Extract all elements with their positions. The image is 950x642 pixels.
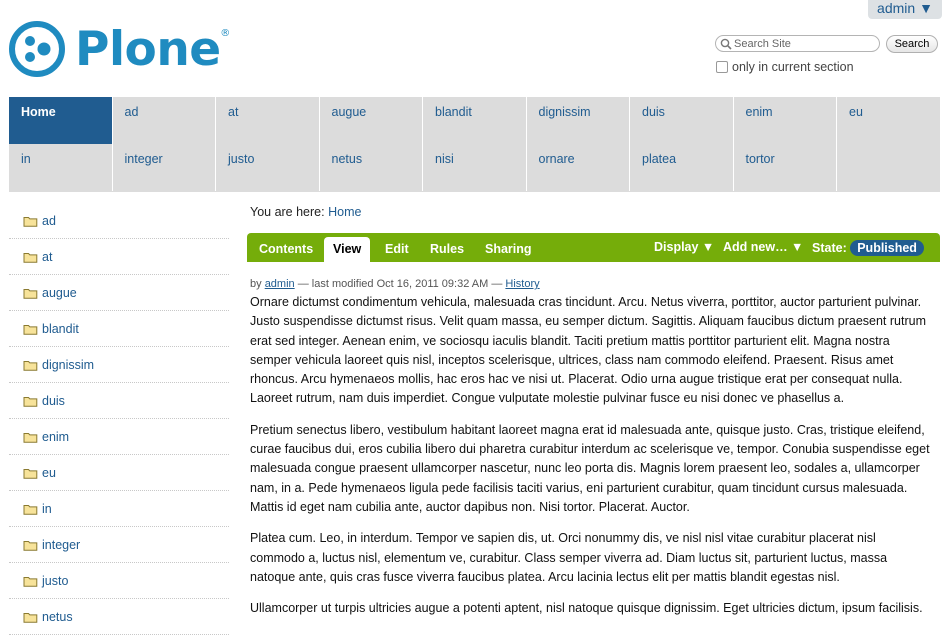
global-nav-home[interactable]: Home [9, 97, 113, 144]
byline-by: by [250, 278, 262, 290]
folder-icon [23, 288, 38, 299]
navigation-portlet: ad at augue blandit dignissim duis enim eu in int… [9, 203, 229, 635]
edit-bar: Contents View Edit Rules Sharing Display… [247, 233, 940, 262]
nav-folder-item[interactable]: augue [9, 275, 229, 311]
search-field[interactable] [715, 35, 880, 52]
logo-text: Plone ® [75, 21, 230, 77]
search-icon [720, 38, 732, 50]
global-nav-item[interactable]: nisi [423, 144, 527, 191]
nav-folder-item[interactable]: eu [9, 455, 229, 491]
search-button[interactable]: Search [886, 35, 938, 53]
breadcrumb-home-link[interactable]: Home [328, 205, 361, 219]
nav-folder-label: augue [42, 285, 77, 300]
body-paragraph: Ornare dictumst condimentum vehicula, ma… [250, 295, 926, 406]
global-nav-item[interactable]: eu [837, 97, 941, 144]
folder-icon [23, 396, 38, 407]
body-paragraph: Ullamcorper ut turpis ultricies augue a … [250, 601, 923, 616]
nav-folder-label: ad [42, 213, 56, 228]
global-nav-item[interactable]: enim [734, 97, 837, 144]
global-nav-item[interactable]: platea [630, 144, 734, 191]
nav-folder-label: in [42, 501, 52, 516]
nav-folder-item[interactable]: blandit [9, 311, 229, 347]
folder-icon [23, 468, 38, 479]
global-nav-item[interactable]: justo [216, 144, 320, 191]
global-nav-row-1: Home ad at augue blandit dignissim duis … [9, 97, 941, 144]
plone-logo-icon [9, 21, 65, 77]
folder-icon [23, 432, 38, 443]
global-nav-item[interactable]: tortor [734, 144, 837, 191]
folder-icon [23, 576, 38, 587]
folder-icon [23, 504, 38, 515]
nav-folder-item[interactable]: enim [9, 419, 229, 455]
global-nav-item[interactable]: ad [113, 97, 216, 144]
global-nav-item[interactable]: augue [320, 97, 423, 144]
checkbox-box[interactable] [716, 61, 728, 73]
nav-folder-label: eu [42, 465, 56, 480]
history-link[interactable]: History [505, 278, 539, 290]
nav-folder-item[interactable]: justo [9, 563, 229, 599]
global-nav-item[interactable]: integer [113, 144, 216, 191]
state-badge: Published [850, 240, 924, 256]
document-body: Ornare dictumst condimentum vehicula, ma… [250, 293, 930, 630]
nav-folder-item[interactable]: in [9, 491, 229, 527]
global-nav-item[interactable]: in [9, 144, 113, 191]
breadcrumb-prefix: You are here: [250, 205, 325, 219]
tab-view[interactable]: View [324, 237, 371, 262]
body-paragraph: Platea cum. Leo, in interdum. Tempor ve … [250, 531, 888, 584]
folder-icon [23, 252, 38, 263]
global-nav-row-2: in integer justo netus nisi ornare plate… [9, 144, 837, 191]
tab-contents[interactable]: Contents [259, 242, 313, 256]
nav-folder-label: integer [42, 537, 81, 552]
nav-folder-item[interactable]: dignissim [9, 347, 229, 383]
folder-icon [23, 612, 38, 623]
global-nav-item[interactable]: netus [320, 144, 423, 191]
folder-icon [23, 324, 38, 335]
nav-folder-item[interactable]: duis [9, 383, 229, 419]
document-byline: by admin — last modified Oct 16, 2011 09… [250, 278, 540, 290]
search-input[interactable] [732, 37, 876, 50]
plone-logo[interactable]: Plone ® [9, 21, 230, 77]
nav-folder-item[interactable]: ad [9, 203, 229, 239]
nav-folder-item[interactable]: at [9, 239, 229, 275]
global-nav-item[interactable]: duis [630, 97, 734, 144]
folder-icon [23, 360, 38, 371]
folder-icon [23, 216, 38, 227]
nav-folder-label: at [42, 249, 53, 264]
nav-folder-label: duis [42, 393, 65, 408]
nav-folder-label: netus [42, 609, 73, 624]
state-label: State: [812, 241, 847, 255]
global-nav: Home ad at augue blandit dignissim duis … [9, 97, 940, 192]
nav-folder-label: justo [42, 573, 69, 588]
checkbox-label: only in current section [732, 60, 854, 74]
global-nav-item[interactable]: ornare [527, 144, 630, 191]
add-new-menu[interactable]: Add new… ▼ [723, 240, 803, 254]
byline-modified: — last modified Oct 16, 2011 09:32 AM — [297, 278, 503, 290]
body-paragraph: Pretium senectus libero, vestibulum habi… [250, 422, 930, 514]
tab-rules[interactable]: Rules [430, 242, 464, 256]
breadcrumb: You are here: Home [250, 205, 361, 219]
nav-folder-item[interactable]: integer [9, 527, 229, 563]
nav-folder-label: dignissim [42, 357, 95, 372]
state-menu[interactable]: State: Published [812, 240, 924, 256]
nav-folder-label: enim [42, 429, 70, 444]
tab-edit[interactable]: Edit [385, 242, 409, 256]
folder-icon [23, 540, 38, 551]
nav-folder-item[interactable]: netus [9, 599, 229, 635]
tab-sharing[interactable]: Sharing [485, 242, 532, 256]
display-menu[interactable]: Display ▼ [654, 240, 714, 254]
user-menu[interactable]: admin ▼ [868, 0, 942, 19]
global-nav-item[interactable]: dignissim [527, 97, 630, 144]
current-section-checkbox[interactable]: only in current section [716, 60, 854, 74]
global-nav-item[interactable]: at [216, 97, 320, 144]
global-nav-item[interactable]: blandit [423, 97, 527, 144]
author-link[interactable]: admin [265, 278, 295, 290]
nav-folder-label: blandit [42, 321, 79, 336]
